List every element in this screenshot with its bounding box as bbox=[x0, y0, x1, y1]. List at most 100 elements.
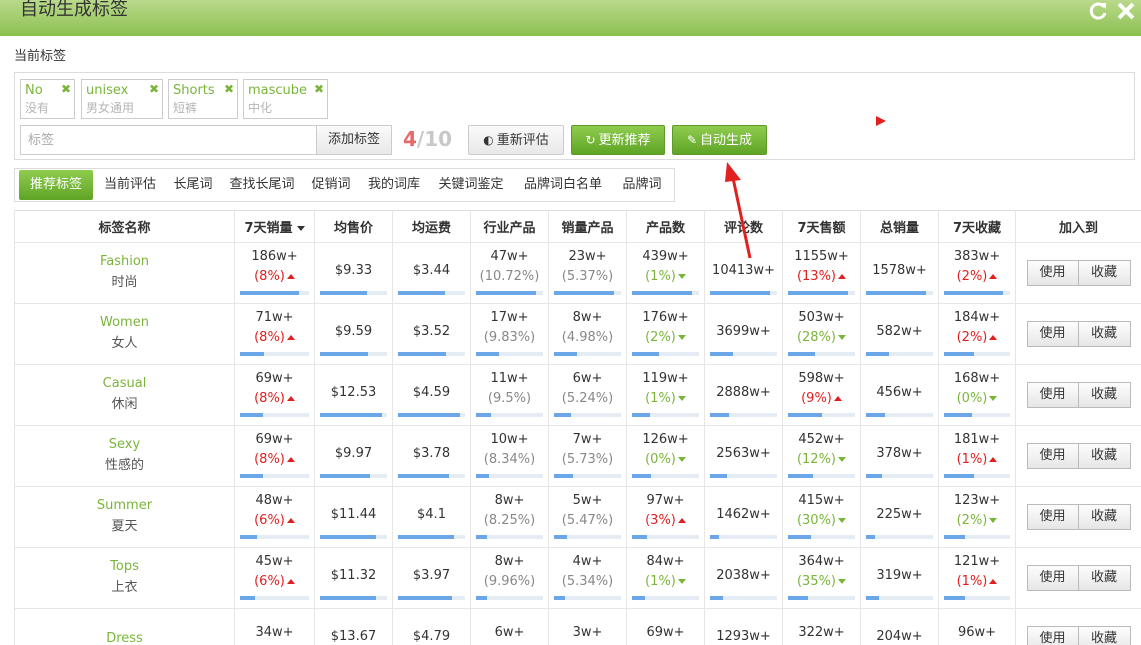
metric-value: $4.59 bbox=[412, 385, 451, 400]
metric-cell-total: 204w+ bbox=[860, 608, 939, 645]
tab-find-long-tail[interactable]: 查找长尾词 bbox=[223, 170, 301, 200]
tag-name-zh: 女人 bbox=[111, 336, 138, 351]
metric-value: 69w+ bbox=[646, 625, 685, 640]
favorite-button[interactable]: 收藏 bbox=[1078, 260, 1131, 286]
metric-bar bbox=[554, 413, 621, 417]
remove-tag-icon[interactable]: ✖ bbox=[149, 82, 159, 96]
metric-bar-fill bbox=[788, 413, 822, 417]
metric-change-text: (12%) bbox=[796, 452, 837, 467]
tab-keyword-check[interactable]: 关键词鉴定 bbox=[431, 170, 511, 200]
metric-cell-sales7: 71w+ (8%) bbox=[234, 303, 315, 365]
tag-name-en[interactable]: Sexy bbox=[15, 435, 234, 455]
metric-cell-ship: $4.79 bbox=[392, 608, 471, 645]
tag-name-en[interactable]: Casual bbox=[15, 374, 234, 394]
remove-tag-icon[interactable]: ✖ bbox=[61, 82, 71, 96]
metric-cell-products: 176w+ (2%) bbox=[626, 303, 705, 365]
metric-bar bbox=[554, 535, 621, 539]
metric-value: 7w+ bbox=[572, 432, 603, 447]
metric-bar bbox=[788, 413, 855, 417]
column-label: 7天销量 bbox=[244, 221, 293, 236]
tag-name-zh: 性感的 bbox=[104, 458, 144, 473]
tab-bar: 推荐标签 当前评估 长尾词 查找长尾词 促销词 我的词库 关键词鉴定 品牌词白名… bbox=[14, 168, 675, 202]
metric-change-text: (8%) bbox=[254, 330, 285, 345]
metric-bar-fill bbox=[944, 535, 966, 539]
metric-bar bbox=[240, 535, 309, 539]
metric-cell-rev7: 452w+ (12%) bbox=[782, 425, 861, 487]
tab-brand-words[interactable]: 品牌词 bbox=[615, 170, 669, 200]
tab-my-words[interactable]: 我的词库 bbox=[361, 170, 427, 200]
favorite-button[interactable]: 收藏 bbox=[1078, 565, 1131, 591]
tag-name-en[interactable]: Summer bbox=[15, 496, 234, 516]
metric-change: (10.72%) bbox=[471, 267, 548, 287]
tag-counter: 4/10 bbox=[403, 127, 452, 151]
tag-name-zh: 短裤 bbox=[173, 101, 198, 115]
metric-value: 97w+ bbox=[646, 493, 685, 508]
metric-cell-fav7: 121w+ (1%) bbox=[938, 547, 1016, 609]
metric-change: (12%) bbox=[783, 450, 860, 470]
metric-bar bbox=[398, 596, 465, 600]
metric-bar-fill bbox=[554, 474, 573, 478]
metric-value: 168w+ bbox=[953, 371, 1001, 386]
use-button[interactable]: 使用 bbox=[1026, 321, 1079, 347]
trend-up-icon bbox=[989, 457, 998, 462]
metric-bar bbox=[632, 535, 699, 539]
metric-bar-fill bbox=[554, 413, 571, 417]
tag-name-en[interactable]: Tops bbox=[15, 557, 234, 577]
metric-change: (9.96%) bbox=[471, 572, 548, 592]
favorite-button[interactable]: 收藏 bbox=[1078, 321, 1131, 347]
tag-chip[interactable]: unisex 男女通用 ✖ bbox=[81, 79, 163, 119]
metric-change: (4.98%) bbox=[549, 328, 626, 348]
close-icon[interactable] bbox=[1115, 0, 1137, 22]
trend-down-icon bbox=[677, 396, 686, 401]
trend-down-icon bbox=[677, 274, 686, 279]
metric-bar-fill bbox=[710, 352, 734, 356]
refresh-icon[interactable] bbox=[1087, 0, 1109, 22]
metric-bar bbox=[944, 291, 1010, 295]
title-bar: 自动生成标签 bbox=[0, 0, 1141, 36]
use-button[interactable]: 使用 bbox=[1026, 443, 1079, 469]
metric-bar bbox=[632, 474, 699, 478]
auto-generate-button[interactable]: ✎ 自动生成 bbox=[672, 125, 767, 155]
use-button[interactable]: 使用 bbox=[1026, 382, 1079, 408]
add-tag-button[interactable]: 添加标签 bbox=[316, 125, 392, 155]
metric-value: 10413w+ bbox=[712, 263, 775, 278]
tag-chip[interactable]: Shorts 短裤 ✖ bbox=[168, 79, 238, 119]
favorite-button[interactable]: 收藏 bbox=[1078, 443, 1131, 469]
favorite-button[interactable]: 收藏 bbox=[1078, 504, 1131, 530]
metric-bar bbox=[240, 352, 309, 356]
metric-value: $11.44 bbox=[330, 507, 377, 522]
favorite-button[interactable]: 收藏 bbox=[1078, 626, 1131, 645]
tag-chip[interactable]: No 没有 ✖ bbox=[20, 79, 75, 119]
tab-promo[interactable]: 促销词 bbox=[305, 170, 357, 200]
use-button[interactable]: 使用 bbox=[1026, 260, 1079, 286]
tag-name-cell: Casual 休闲 bbox=[14, 364, 235, 426]
tab-recommended[interactable]: 推荐标签 bbox=[19, 170, 93, 200]
reassess-button[interactable]: ◐ 重新评估 bbox=[468, 125, 564, 155]
favorite-button[interactable]: 收藏 bbox=[1078, 382, 1131, 408]
tab-current-eval[interactable]: 当前评估 bbox=[97, 170, 163, 200]
metric-value: 1155w+ bbox=[794, 249, 849, 264]
use-button[interactable]: 使用 bbox=[1026, 565, 1079, 591]
use-button[interactable]: 使用 bbox=[1026, 504, 1079, 530]
tag-name-en[interactable]: Fashion bbox=[15, 252, 234, 272]
metric-bar bbox=[554, 596, 621, 600]
refresh-recommend-button[interactable]: ↻ 更新推荐 bbox=[571, 125, 665, 155]
tag-input[interactable] bbox=[20, 125, 317, 155]
tag-chip[interactable]: mascube 中化 ✖ bbox=[243, 79, 328, 119]
metric-cell-rev7: 503w+ (28%) bbox=[782, 303, 861, 365]
tab-brand-whitelist[interactable]: 品牌词白名单 bbox=[515, 170, 611, 200]
tag-name-zh: 中化 bbox=[248, 101, 273, 115]
use-button[interactable]: 使用 bbox=[1026, 626, 1079, 645]
metric-bar-fill bbox=[710, 596, 724, 600]
remove-tag-icon[interactable]: ✖ bbox=[314, 82, 324, 96]
remove-tag-icon[interactable]: ✖ bbox=[224, 82, 234, 96]
col-review-count-header: 评论数 bbox=[704, 210, 783, 243]
metric-change-text: (5.47%) bbox=[561, 513, 614, 528]
col-sales-7d-header[interactable]: 7天销量 bbox=[234, 210, 315, 243]
metric-bar-fill bbox=[710, 535, 720, 539]
tab-long-tail[interactable]: 长尾词 bbox=[167, 170, 219, 200]
tag-name-en[interactable]: Women bbox=[15, 313, 234, 333]
metric-bar-fill bbox=[476, 596, 487, 600]
metric-cell-rev7: 1155w+ (13%) bbox=[782, 242, 861, 304]
tag-name-en[interactable]: Dress bbox=[15, 629, 234, 645]
